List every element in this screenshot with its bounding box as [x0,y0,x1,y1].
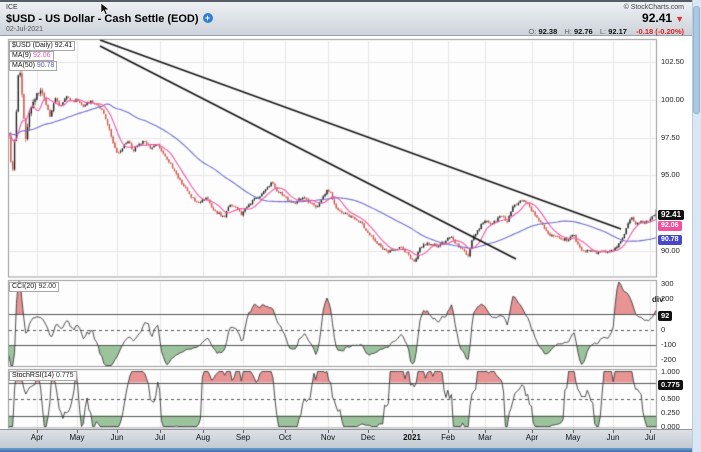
symbol-legend-value: 92.41 [55,42,73,49]
price-axis-tick: 100.00 [661,96,684,104]
change-value: -0.18 (-0.20%) [636,27,684,36]
high-value: 92.76 [574,27,593,36]
chart-date: 02-Jul-2021 [6,26,213,34]
month-axis-label: Oct [279,433,291,442]
month-axis-tickmark [77,430,78,433]
stockcharts-chart-page: ICE $USD - US Dollar - Cash Settle (EOD)… [0,0,701,452]
price-axis-tick: 95.00 [661,171,680,179]
price-panel-legend: $USD (Daily) 92.41 [9,41,75,51]
month-axis-label: Apr [31,433,43,442]
month-axis-tickmark [448,430,449,433]
month-axis-label: Aug [196,433,210,442]
month-axis-label: May [69,433,84,442]
scrollbar-track[interactable] [692,0,701,452]
month-axis-tickmark [485,430,486,433]
month-axis-label: 2021 [403,433,421,442]
month-axis-label: Jun [111,433,124,442]
ma9-legend-label: MA(9) [12,52,31,59]
month-axis-label: Jun [607,433,620,442]
month-axis-tickmark [650,430,651,433]
price-axis-tick: 102.50 [661,58,684,66]
cci-legend-value: 92.00 [38,283,56,290]
month-axis-tickmark [573,430,574,433]
cci-legend-label: CCI(20) [12,283,37,290]
down-arrow-icon: ▼ [675,14,684,24]
month-axis-tickmark [613,430,614,433]
month-axis-tickmark [203,430,204,433]
stochrsi-legend: StochRSI(14) 0.775 [9,371,77,381]
month-axis-tickmark [412,430,413,433]
high-label: H: [564,27,572,36]
stochrsi-axis-tick: 0.250 [661,409,680,417]
axis-value-tag: 90.78 [658,235,682,245]
month-axis-tickmark [160,430,161,433]
month-axis-label: May [565,433,580,442]
month-axis-label: Nov [321,433,335,442]
axis-value-tag: 92.06 [658,221,682,231]
month-axis-label: Jul [645,433,655,442]
month-axis-label: Dec [361,433,375,442]
mouse-cursor [100,2,114,16]
cci-axis-tick: 300 [661,280,674,288]
price-axis-tick: 97.50 [661,134,680,142]
stochrsi-legend-label: StochRSI(14) [12,372,54,379]
open-value: 92.38 [538,27,557,36]
symbol-legend-label: $USD (Daily) [12,42,53,49]
month-axis-tickmark [368,430,369,433]
stochrsi-legend-value: 0.775 [56,372,74,379]
cci-axis-tick: 200 [661,295,674,303]
cci-legend: CCI(20) 92.00 [9,282,59,292]
month-axis-label: Jul [155,433,165,442]
ma9-legend-value: 92.06 [33,52,51,59]
low-value: 92.17 [608,27,627,36]
cci-axis-tick: -100 [661,341,676,349]
ma50-legend-label: MA(50) [12,62,35,69]
cci-axis-tick: 0 [661,326,665,334]
month-axis-tickmark [532,430,533,433]
month-axis-tickmark [328,430,329,433]
price-chart-canvas [0,0,701,452]
month-axis-tickmark [285,430,286,433]
month-axis-label: Feb [441,433,455,442]
ma9-legend: MA(9) 92.06 [9,51,54,61]
axis-value-tag: 92.41 [658,210,684,220]
low-label: L: [600,27,606,36]
ma50-legend: MA(50) 90.78 [9,61,57,71]
info-plus-icon[interactable]: + [203,13,213,23]
ohlc-row: O: 92.38 H: 92.76 L: 92.17 -0.18 (-0.20%… [528,27,684,36]
month-axis-tickmark [117,430,118,433]
scrollbar-thumb[interactable] [693,6,700,114]
stochrsi-axis-tick: 0.500 [661,395,680,403]
stochrsi-axis-tick: 1.000 [661,368,680,376]
stochrsi-axis-tick: 0.000 [661,423,680,431]
ma50-legend-value: 90.78 [37,62,55,69]
month-axis-label: Apr [526,433,538,442]
axis-value-tag: 92 [658,311,672,321]
month-axis-label: Mar [478,433,492,442]
month-axis-label: Sep [236,433,250,442]
x-axis-band [0,429,692,448]
axis-value-tag: 0.775 [658,380,683,390]
month-axis-tickmark [37,430,38,433]
bottom-frame-bar [0,448,692,452]
month-axis-tickmark [243,430,244,433]
cci-axis-tick: -200 [661,356,676,364]
open-label: O: [528,27,536,36]
last-price: 92.41 [642,11,672,25]
price-axis-tick: 90.00 [661,247,680,255]
